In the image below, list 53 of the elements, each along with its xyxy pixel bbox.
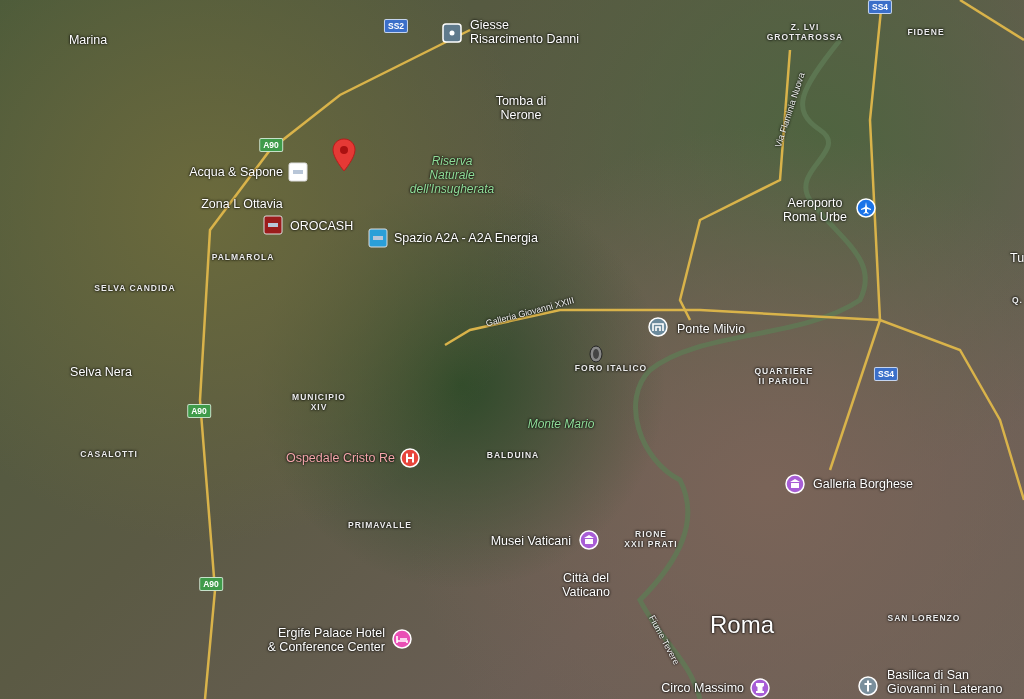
road-shield: A90 bbox=[199, 577, 223, 591]
district-label: RIONE XXII PRATI bbox=[624, 530, 678, 550]
road-shield: A90 bbox=[187, 404, 211, 418]
park-label: Monte Mario bbox=[527, 418, 595, 432]
store-logo-icon[interactable] bbox=[288, 162, 308, 182]
poi-label[interactable]: Galleria Borghese bbox=[813, 476, 914, 492]
district-label: MUNICIPIO XIV bbox=[292, 393, 346, 413]
district-label: FIDENE bbox=[907, 28, 945, 38]
road-shield: SS4 bbox=[873, 367, 899, 381]
road-shield: SS2 bbox=[383, 19, 409, 33]
district-label: PRIMAVALLE bbox=[348, 521, 412, 531]
poi-label[interactable]: Aeroporto Roma Urbe bbox=[783, 195, 847, 225]
poi-label[interactable]: Spazio A2A - A2A Energia bbox=[394, 230, 538, 246]
district-label: Z. LVI GROTTAROSSA bbox=[766, 23, 844, 43]
marker-icon[interactable] bbox=[442, 23, 462, 43]
poi-label[interactable]: Circo Massimo bbox=[661, 680, 744, 696]
airplane-icon[interactable] bbox=[856, 198, 876, 218]
poi-label[interactable]: OROCASH bbox=[290, 218, 354, 234]
place-label: Tomba di Nerone bbox=[495, 93, 547, 123]
store-logo-icon[interactable] bbox=[368, 228, 388, 248]
museum-icon[interactable] bbox=[579, 530, 599, 550]
place-label: Marina bbox=[68, 32, 108, 48]
poi-label[interactable]: Ergife Palace Hotel & Conference Center bbox=[267, 625, 385, 655]
district-label: CASALOTTI bbox=[80, 450, 138, 460]
district-label: PALMAROLA bbox=[211, 253, 275, 263]
district-label: SELVA CANDIDA bbox=[94, 284, 176, 294]
place-label: Zona L Ottavia bbox=[201, 196, 283, 212]
hospital-icon[interactable] bbox=[400, 448, 420, 468]
district-label: SAN LORENZO bbox=[887, 614, 961, 624]
district-label: FORO ITALICO bbox=[574, 364, 648, 374]
city-label: Roma bbox=[710, 611, 774, 639]
poi-label[interactable]: Giesse Risarcimento Danni bbox=[470, 17, 580, 47]
road-shield: A90 bbox=[259, 138, 283, 152]
stadium-icon[interactable] bbox=[586, 344, 606, 364]
road-label: Galleria Giovanni XXIII bbox=[484, 295, 576, 329]
poi-label[interactable]: Ospedale Cristo Re bbox=[285, 450, 395, 466]
place-label: Città del Vaticano bbox=[562, 570, 610, 600]
cross-icon[interactable] bbox=[858, 676, 878, 696]
district-label: BALDUINA bbox=[486, 451, 540, 461]
tower-icon[interactable] bbox=[750, 678, 770, 698]
poi-label[interactable]: Basilica di San Giovanni in Laterano bbox=[887, 667, 1003, 697]
park-label: Riserva Naturale dell'Insugherata bbox=[409, 155, 495, 197]
bed-icon[interactable] bbox=[392, 629, 412, 649]
road-shield: SS4 bbox=[867, 0, 893, 14]
poi-label[interactable]: Musei Vaticani bbox=[490, 533, 571, 549]
landmark-icon[interactable] bbox=[648, 317, 668, 337]
district-label: Q. bbox=[1012, 296, 1023, 306]
store-logo-icon[interactable] bbox=[263, 215, 283, 235]
poi-label[interactable]: Ponte Milvio bbox=[677, 321, 746, 337]
place-label: Selva Nera bbox=[70, 364, 132, 380]
district-label: QUARTIERE II PARIOLI bbox=[754, 367, 814, 387]
place-label: Tu bbox=[1010, 250, 1024, 266]
museum-icon[interactable] bbox=[785, 474, 805, 494]
